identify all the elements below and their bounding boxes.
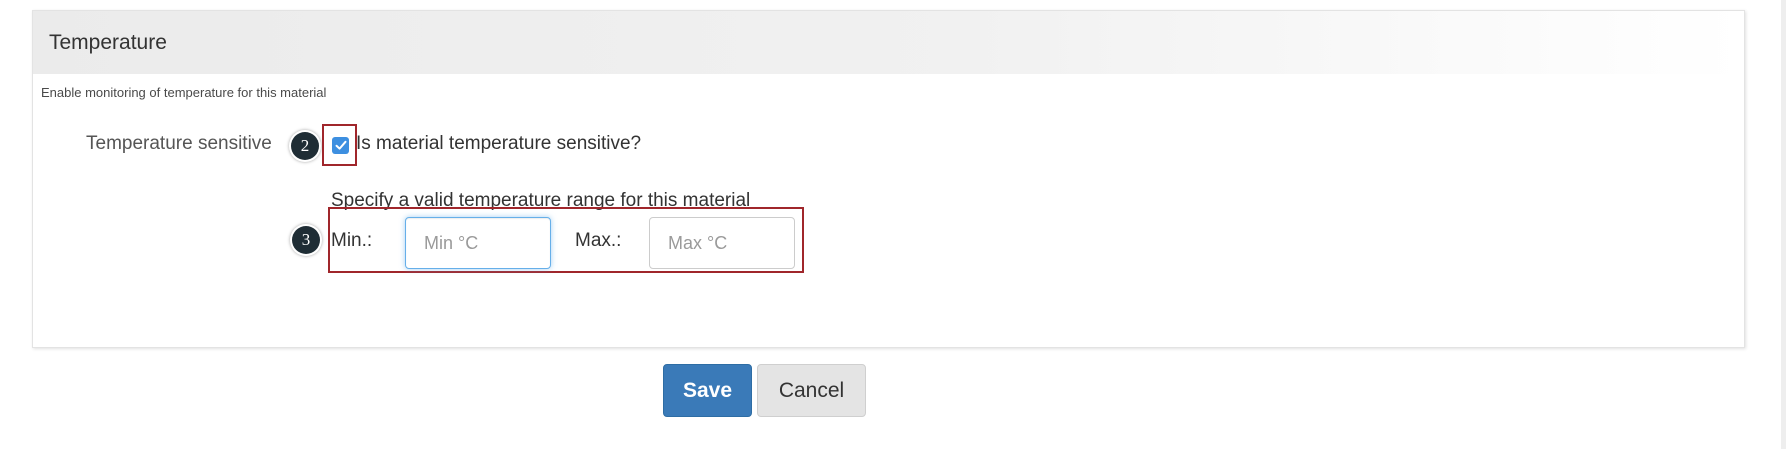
step-badge-3: 3 (292, 226, 320, 254)
panel-description: Enable monitoring of temperature for thi… (41, 85, 327, 100)
step-badge-2: 2 (291, 132, 319, 160)
scrollbar-edge (1781, 0, 1786, 449)
min-temperature-label: Min.: (331, 230, 373, 251)
checkmark-icon (335, 140, 346, 150)
min-temperature-input[interactable] (405, 217, 551, 269)
temperature-panel: Temperature (32, 10, 1745, 348)
panel-title: Temperature (49, 31, 167, 54)
max-temperature-label: Max.: (575, 230, 622, 251)
temperature-sensitive-checkbox-label[interactable]: Is material temperature sensitive? (356, 133, 641, 155)
cancel-button[interactable]: Cancel (757, 364, 866, 417)
panel-heading: Temperature (33, 11, 1744, 74)
save-button[interactable]: Save (663, 364, 752, 417)
max-temperature-input[interactable] (649, 217, 795, 269)
temperature-sensitive-label: Temperature sensitive (86, 133, 272, 154)
temperature-sensitive-checkbox[interactable] (332, 137, 349, 154)
